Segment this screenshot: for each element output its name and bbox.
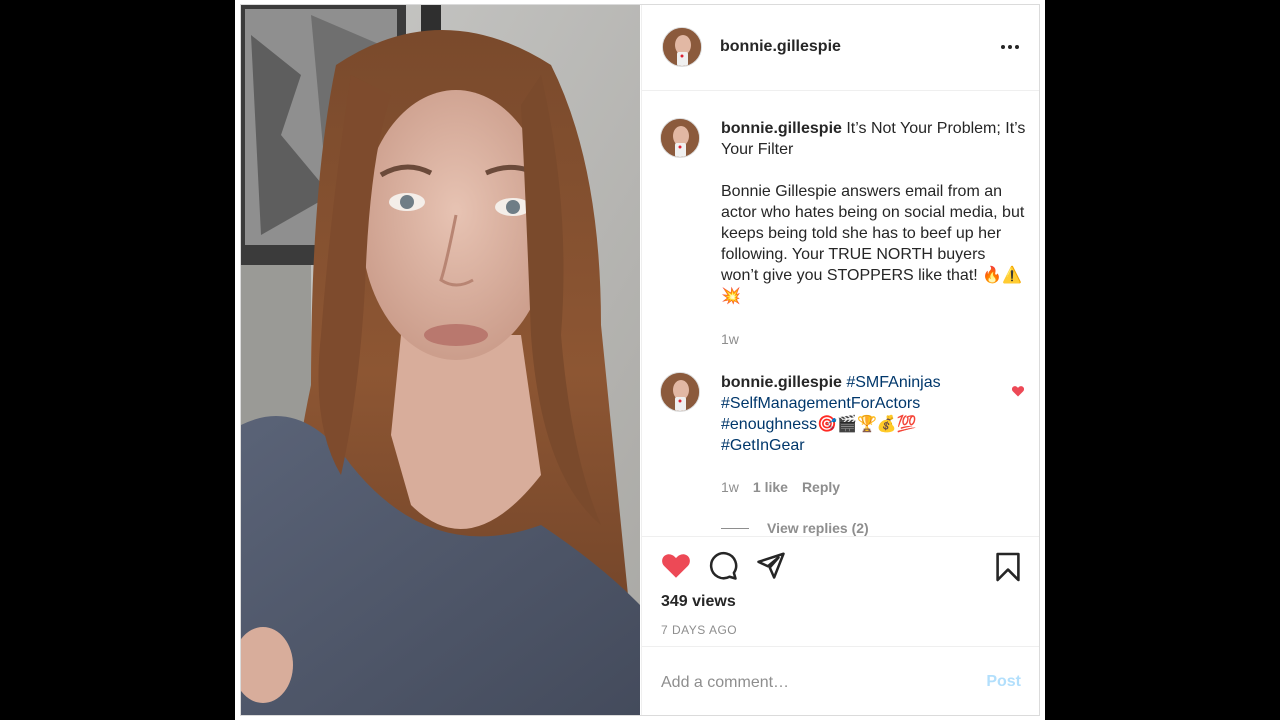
comment-like-heart-icon[interactable] [1011,384,1025,398]
caption-body: Bonnie Gillespie answers email from an a… [721,183,1025,305]
app-frame: bonnie.gillespie bonnie.gillespie It’s N… [235,0,1045,720]
post-header: bonnie.gillespie [642,5,1039,91]
comments-list: bonnie.gillespie It’s Not Your Problem; … [642,92,1039,536]
reply-button[interactable]: Reply [802,479,840,495]
caption-meta: 1w [721,331,739,347]
caption-text: bonnie.gillespie It’s Not Your Problem; … [721,118,1026,307]
avatar-photo [663,28,701,66]
view-replies-label: View replies (2) [767,520,869,536]
comment-text: bonnie.gillespie #SMFAninjas #SelfManage… [721,372,1001,456]
hashtag-link[interactable]: #enoughness [721,416,817,433]
comment-username[interactable]: bonnie.gillespie [721,374,842,391]
author-username[interactable]: bonnie.gillespie [720,38,841,56]
author-avatar[interactable] [662,27,702,67]
hashtag-link[interactable]: #SMFAninjas [846,374,940,391]
comment-meta: 1w 1 like Reply [721,479,840,495]
comment-age[interactable]: 1w [721,479,739,495]
avatar-photo [661,119,699,157]
view-replies-button[interactable]: View replies (2) [721,520,869,536]
post-side-panel: bonnie.gillespie bonnie.gillespie It’s N… [641,5,1039,715]
like-heart-icon[interactable] [660,551,692,579]
hashtag-link[interactable]: #SelfManagementForActors [721,395,920,412]
caption-avatar[interactable] [660,118,700,158]
post-timestamp[interactable]: 7 DAYS AGO [661,623,737,637]
post-video[interactable] [241,5,640,715]
caption-age[interactable]: 1w [721,331,739,347]
view-count[interactable]: 349 views [661,593,736,611]
post-comment-button[interactable]: Post [986,673,1021,691]
post-actions: 349 views 7 DAYS AGO [642,536,1039,646]
video-frame-illustration [241,5,640,715]
hashtag-link[interactable]: #GetInGear [721,437,805,454]
comment-bubble-icon[interactable] [708,551,738,581]
bookmark-save-icon[interactable] [995,551,1021,583]
view-replies-line [721,527,749,529]
comment-avatar[interactable] [660,372,700,412]
comment-composer: Post [642,646,1039,715]
add-comment-input[interactable] [661,671,961,695]
comment-emoji: 🎯🎬🏆💰💯 [817,416,917,433]
share-send-icon[interactable] [756,551,786,579]
comment-likes[interactable]: 1 like [753,479,788,495]
post-dialog: bonnie.gillespie bonnie.gillespie It’s N… [240,4,1040,716]
avatar-photo [661,373,699,411]
more-options-icon[interactable] [997,37,1023,57]
caption-username[interactable]: bonnie.gillespie [721,120,842,137]
